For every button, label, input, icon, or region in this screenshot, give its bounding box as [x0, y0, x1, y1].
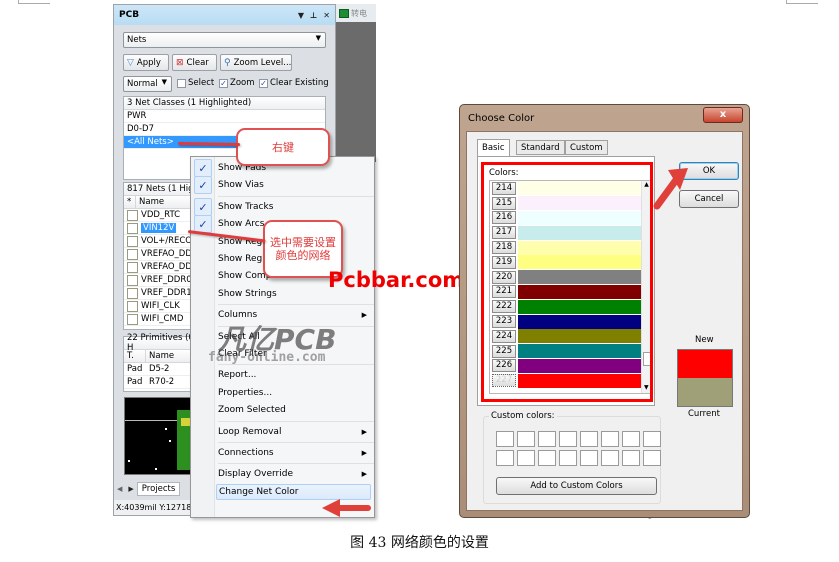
arrow-to-change-net-color: [322, 499, 371, 517]
annotation-arrows: [322, 168, 688, 517]
figure-caption: 图 43 网络颜色的设置: [350, 535, 489, 551]
arrow-to-ok-button: [653, 168, 688, 210]
